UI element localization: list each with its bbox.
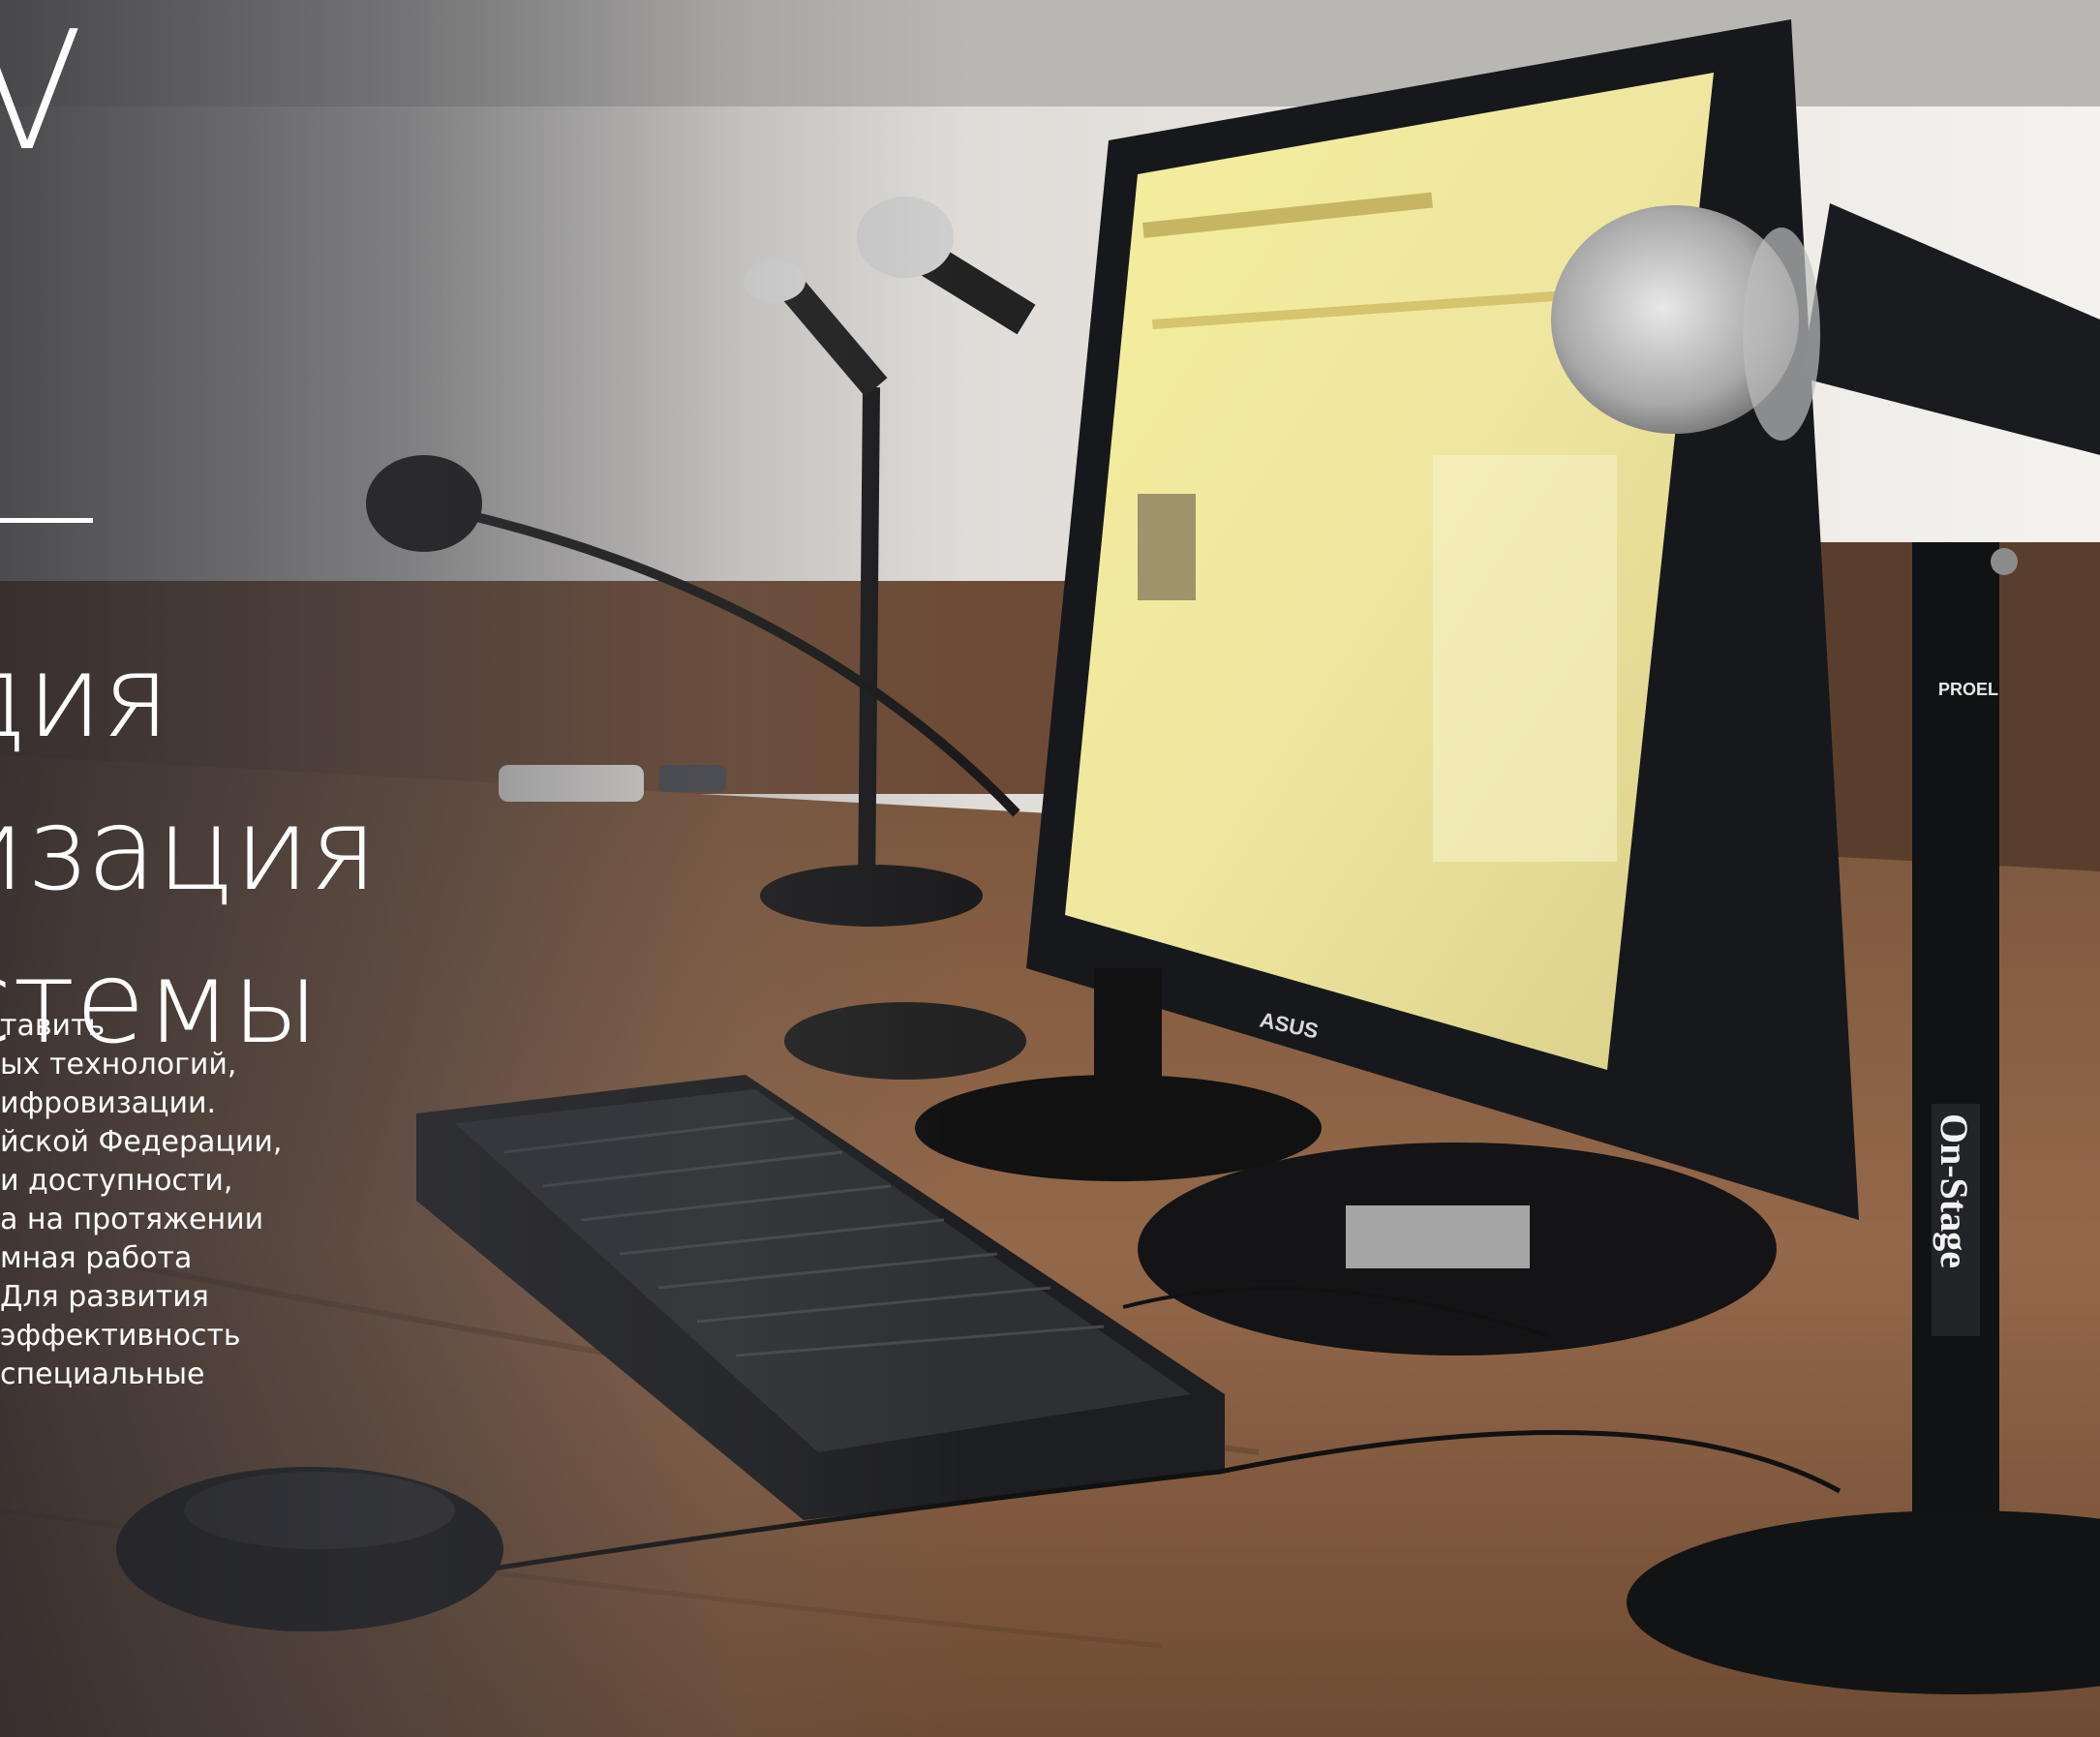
body-line: тавить <box>0 1009 106 1043</box>
body-line: эффективность <box>0 1319 241 1353</box>
heading-line: дия <box>0 629 170 763</box>
body-line: Для развития <box>0 1280 209 1314</box>
divider-rule <box>0 518 93 523</box>
body-line: мная работа <box>0 1241 193 1275</box>
body-line: а на протяжении <box>0 1203 264 1236</box>
body-line: специальные <box>0 1357 205 1391</box>
section-number: V <box>0 0 84 188</box>
body-line: ифровизации. <box>0 1086 217 1120</box>
body-line: йской Федерации, <box>0 1125 283 1159</box>
body-paragraph: тавить ых технологий, ифровизации. йской… <box>0 1007 282 1394</box>
heading-line: изация <box>0 782 378 916</box>
body-line: и доступности, <box>0 1164 233 1198</box>
body-line: ых технологий, <box>0 1048 237 1082</box>
